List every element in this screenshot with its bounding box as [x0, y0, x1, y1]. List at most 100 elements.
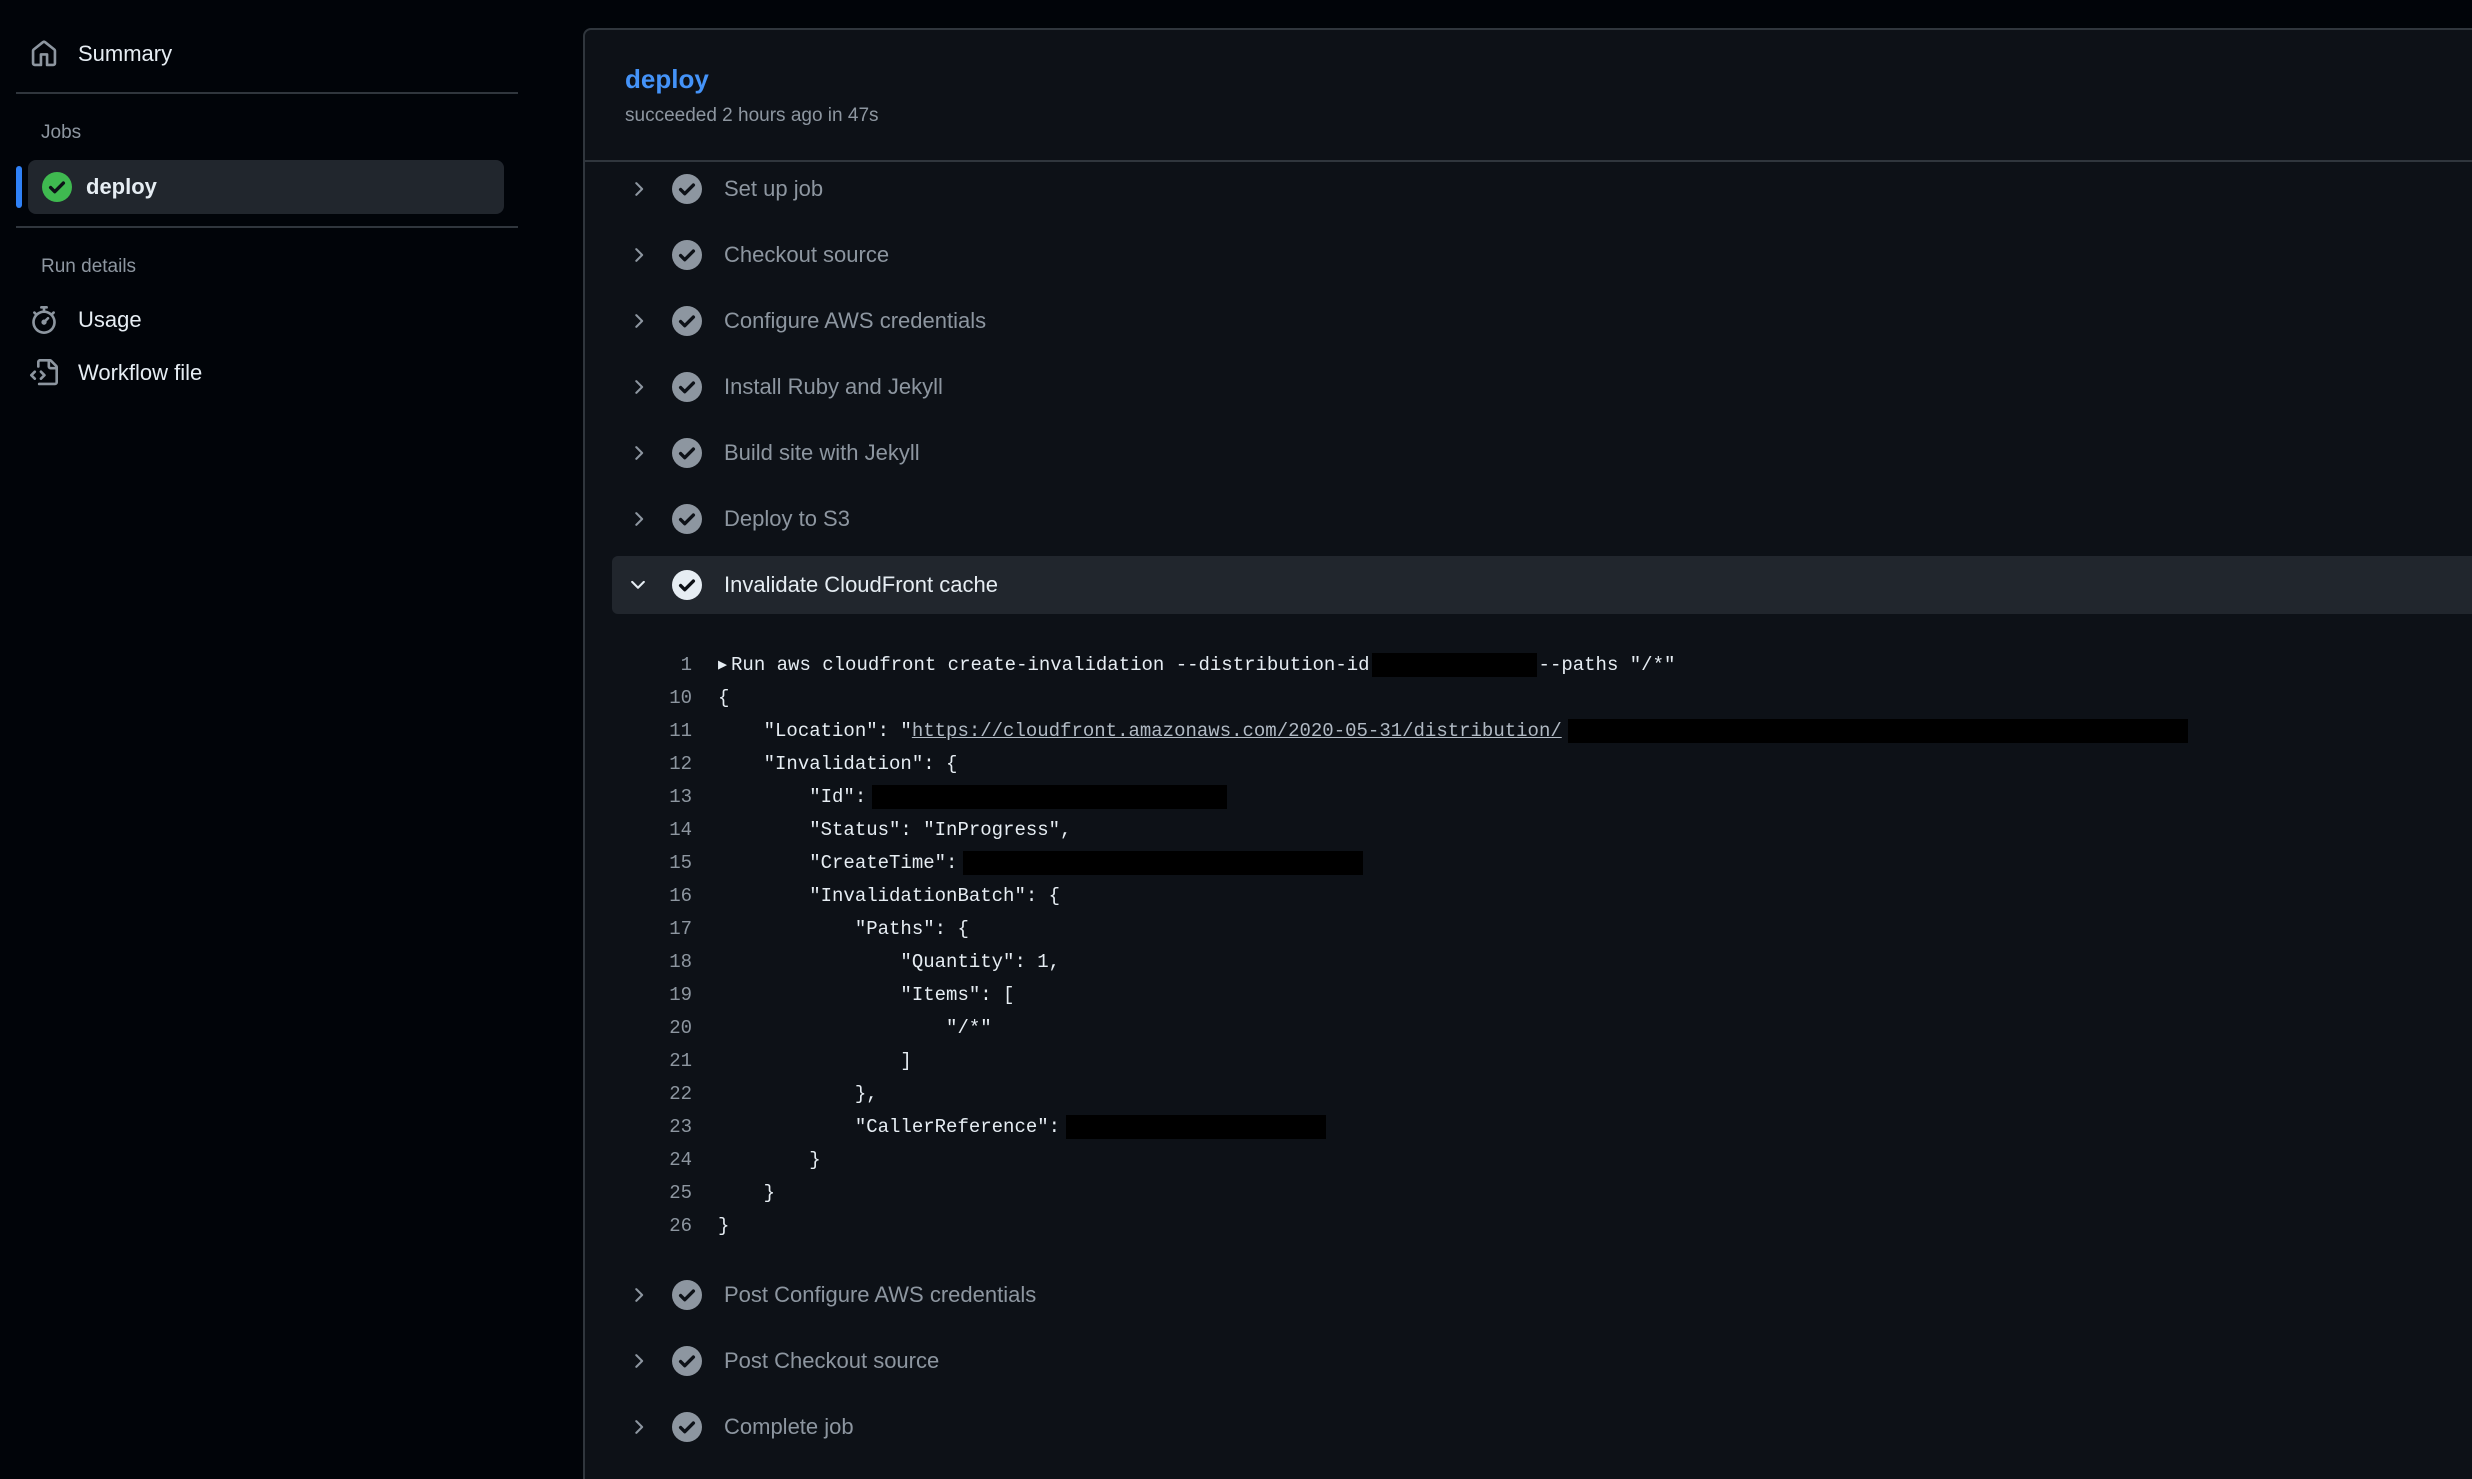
step-row[interactable]: Invalidate CloudFront cache [612, 556, 2472, 614]
run-command: Run aws cloudfront create-invalidation -… [731, 653, 1370, 676]
log-line[interactable]: 11 "Location": " https://cloudfront.amazo… [612, 714, 2188, 747]
line-number: 26 [669, 1214, 692, 1237]
line-number: 16 [669, 884, 692, 907]
line-number: 15 [669, 851, 692, 874]
triangle-right-icon: ▶ [718, 657, 728, 674]
step-row[interactable]: Install Ruby and Jekyll [612, 358, 2472, 416]
line-number: 12 [669, 752, 692, 775]
step-row[interactable]: Checkout source [612, 226, 2472, 284]
home-icon [28, 38, 60, 70]
sidebar-item-summary[interactable]: Summary [28, 28, 172, 80]
line-number: 24 [669, 1148, 692, 1171]
log-line[interactable]: 22 }, [612, 1077, 878, 1110]
line-number: 22 [669, 1082, 692, 1105]
step-label: Deploy to S3 [724, 506, 850, 531]
chevron-right-icon [624, 505, 652, 533]
line-number: 10 [669, 686, 692, 709]
file-code-icon [28, 357, 60, 389]
sidebar-item-label: Workflow file [78, 360, 203, 385]
log-line[interactable]: 23 "CallerReference": [612, 1110, 1327, 1143]
sidebar-item-usage[interactable]: Usage [28, 294, 142, 346]
redacted-value [1066, 1114, 1327, 1139]
log-line[interactable]: 13 "Id": [612, 780, 1228, 813]
log-line[interactable]: 25 } [612, 1176, 775, 1209]
line-number: 13 [669, 785, 692, 808]
step-label: Post Configure AWS credentials [724, 1282, 1037, 1307]
log-text: "InvalidationBatch": { [718, 884, 1061, 907]
check-circle-icon [672, 240, 702, 270]
sidebar-item-workflow-file[interactable]: Workflow file [28, 347, 202, 399]
log-text: "Invalidation": { [718, 752, 958, 775]
log-text: } [718, 1181, 776, 1204]
log-link[interactable]: https://cloudfront.amazonaws.com/2020-05… [912, 720, 1562, 742]
log-line[interactable]: 16 "InvalidationBatch": { [612, 879, 1060, 912]
chevron-right-icon [624, 307, 652, 335]
chevron-right-icon [624, 175, 652, 203]
chevron-down-icon [624, 571, 652, 599]
step-label: Build site with Jekyll [724, 440, 920, 465]
check-circle-icon [672, 1280, 702, 1310]
log-line[interactable]: 12 "Invalidation": { [612, 747, 957, 780]
log-line[interactable]: 18 "Quantity": 1, [612, 945, 1060, 978]
check-circle-icon [672, 438, 702, 468]
chevron-right-icon [624, 1281, 652, 1309]
line-number: 25 [669, 1181, 692, 1204]
log-line[interactable]: 14 "Status": "InProgress", [612, 813, 1071, 846]
check-circle-icon [672, 174, 702, 204]
job-header: deploy succeeded 2 hours ago in 47s [625, 64, 879, 127]
log-line[interactable]: 20 "/*" [612, 1011, 992, 1044]
step-row[interactable]: Deploy to S3 [612, 490, 2472, 548]
step-label: Configure AWS credentials [724, 308, 987, 333]
check-circle-icon [672, 504, 702, 534]
log-text: "/*" [718, 1016, 992, 1039]
chevron-right-icon [624, 1413, 652, 1441]
log-text: "Items": [ [718, 983, 1015, 1006]
log-line[interactable]: 10 { [612, 681, 729, 714]
log-line[interactable]: 17 "Paths": { [612, 912, 969, 945]
redacted-value [1567, 718, 2188, 743]
job-title[interactable]: deploy [625, 64, 879, 95]
log-line[interactable]: 26} [612, 1209, 729, 1242]
job-meta: succeeded 2 hours ago in 47s [625, 105, 879, 126]
line-number: 23 [669, 1115, 692, 1138]
step-label: Set up job [724, 176, 824, 201]
sidebar: Summary Jobs deploy Run details Usage Wo… [0, 0, 560, 1477]
log-text: "Quantity": 1, [718, 950, 1061, 973]
log-line-run[interactable]: 1 ▶ Run aws cloudfront create-invalidati… [612, 648, 1675, 681]
step-row[interactable]: Post Configure AWS credentials [612, 1266, 2472, 1324]
step-row[interactable]: Post Checkout source [612, 1332, 2472, 1390]
redacted-distribution-id [1371, 652, 1537, 677]
line-number: 11 [669, 719, 692, 742]
sidebar-item-deploy[interactable]: deploy [16, 160, 504, 214]
step-row[interactable]: Configure AWS credentials [612, 292, 2472, 350]
job-panel: deploy succeeded 2 hours ago in 47s Set … [583, 28, 2472, 1479]
line-number: 20 [669, 1016, 692, 1039]
step-label: Post Checkout source [724, 1348, 940, 1373]
log-line[interactable]: 19 "Items": [ [612, 978, 1014, 1011]
log-line[interactable]: 15 "CreateTime": [612, 846, 1364, 879]
run-command-suffix: --paths "/*" [1538, 653, 1676, 676]
log-text: "CreateTime": [718, 851, 958, 874]
log-text: }, [718, 1082, 878, 1105]
step-row[interactable]: Complete job [612, 1398, 2472, 1456]
step-label: Complete job [724, 1414, 854, 1439]
log-line[interactable]: 24 } [612, 1143, 820, 1176]
step-row[interactable]: Build site with Jekyll [612, 424, 2472, 482]
line-number: 19 [669, 983, 692, 1006]
line-number: 18 [669, 950, 692, 973]
step-row[interactable]: Set up job [612, 160, 2472, 218]
jobs-heading: Jobs [41, 122, 82, 143]
chevron-right-icon [624, 1347, 652, 1375]
chevron-right-icon [624, 439, 652, 467]
active-indicator [16, 166, 22, 208]
redacted-value [963, 850, 1364, 875]
line-number: 1 [680, 653, 692, 676]
log-text: } [718, 1214, 730, 1237]
log-text: ] [718, 1049, 912, 1072]
chevron-right-icon [624, 373, 652, 401]
log-line[interactable]: 21 ] [612, 1044, 912, 1077]
sidebar-divider [16, 92, 518, 94]
line-number: 21 [669, 1049, 692, 1072]
check-circle-fill-icon [42, 172, 72, 202]
check-circle-icon [672, 570, 702, 600]
